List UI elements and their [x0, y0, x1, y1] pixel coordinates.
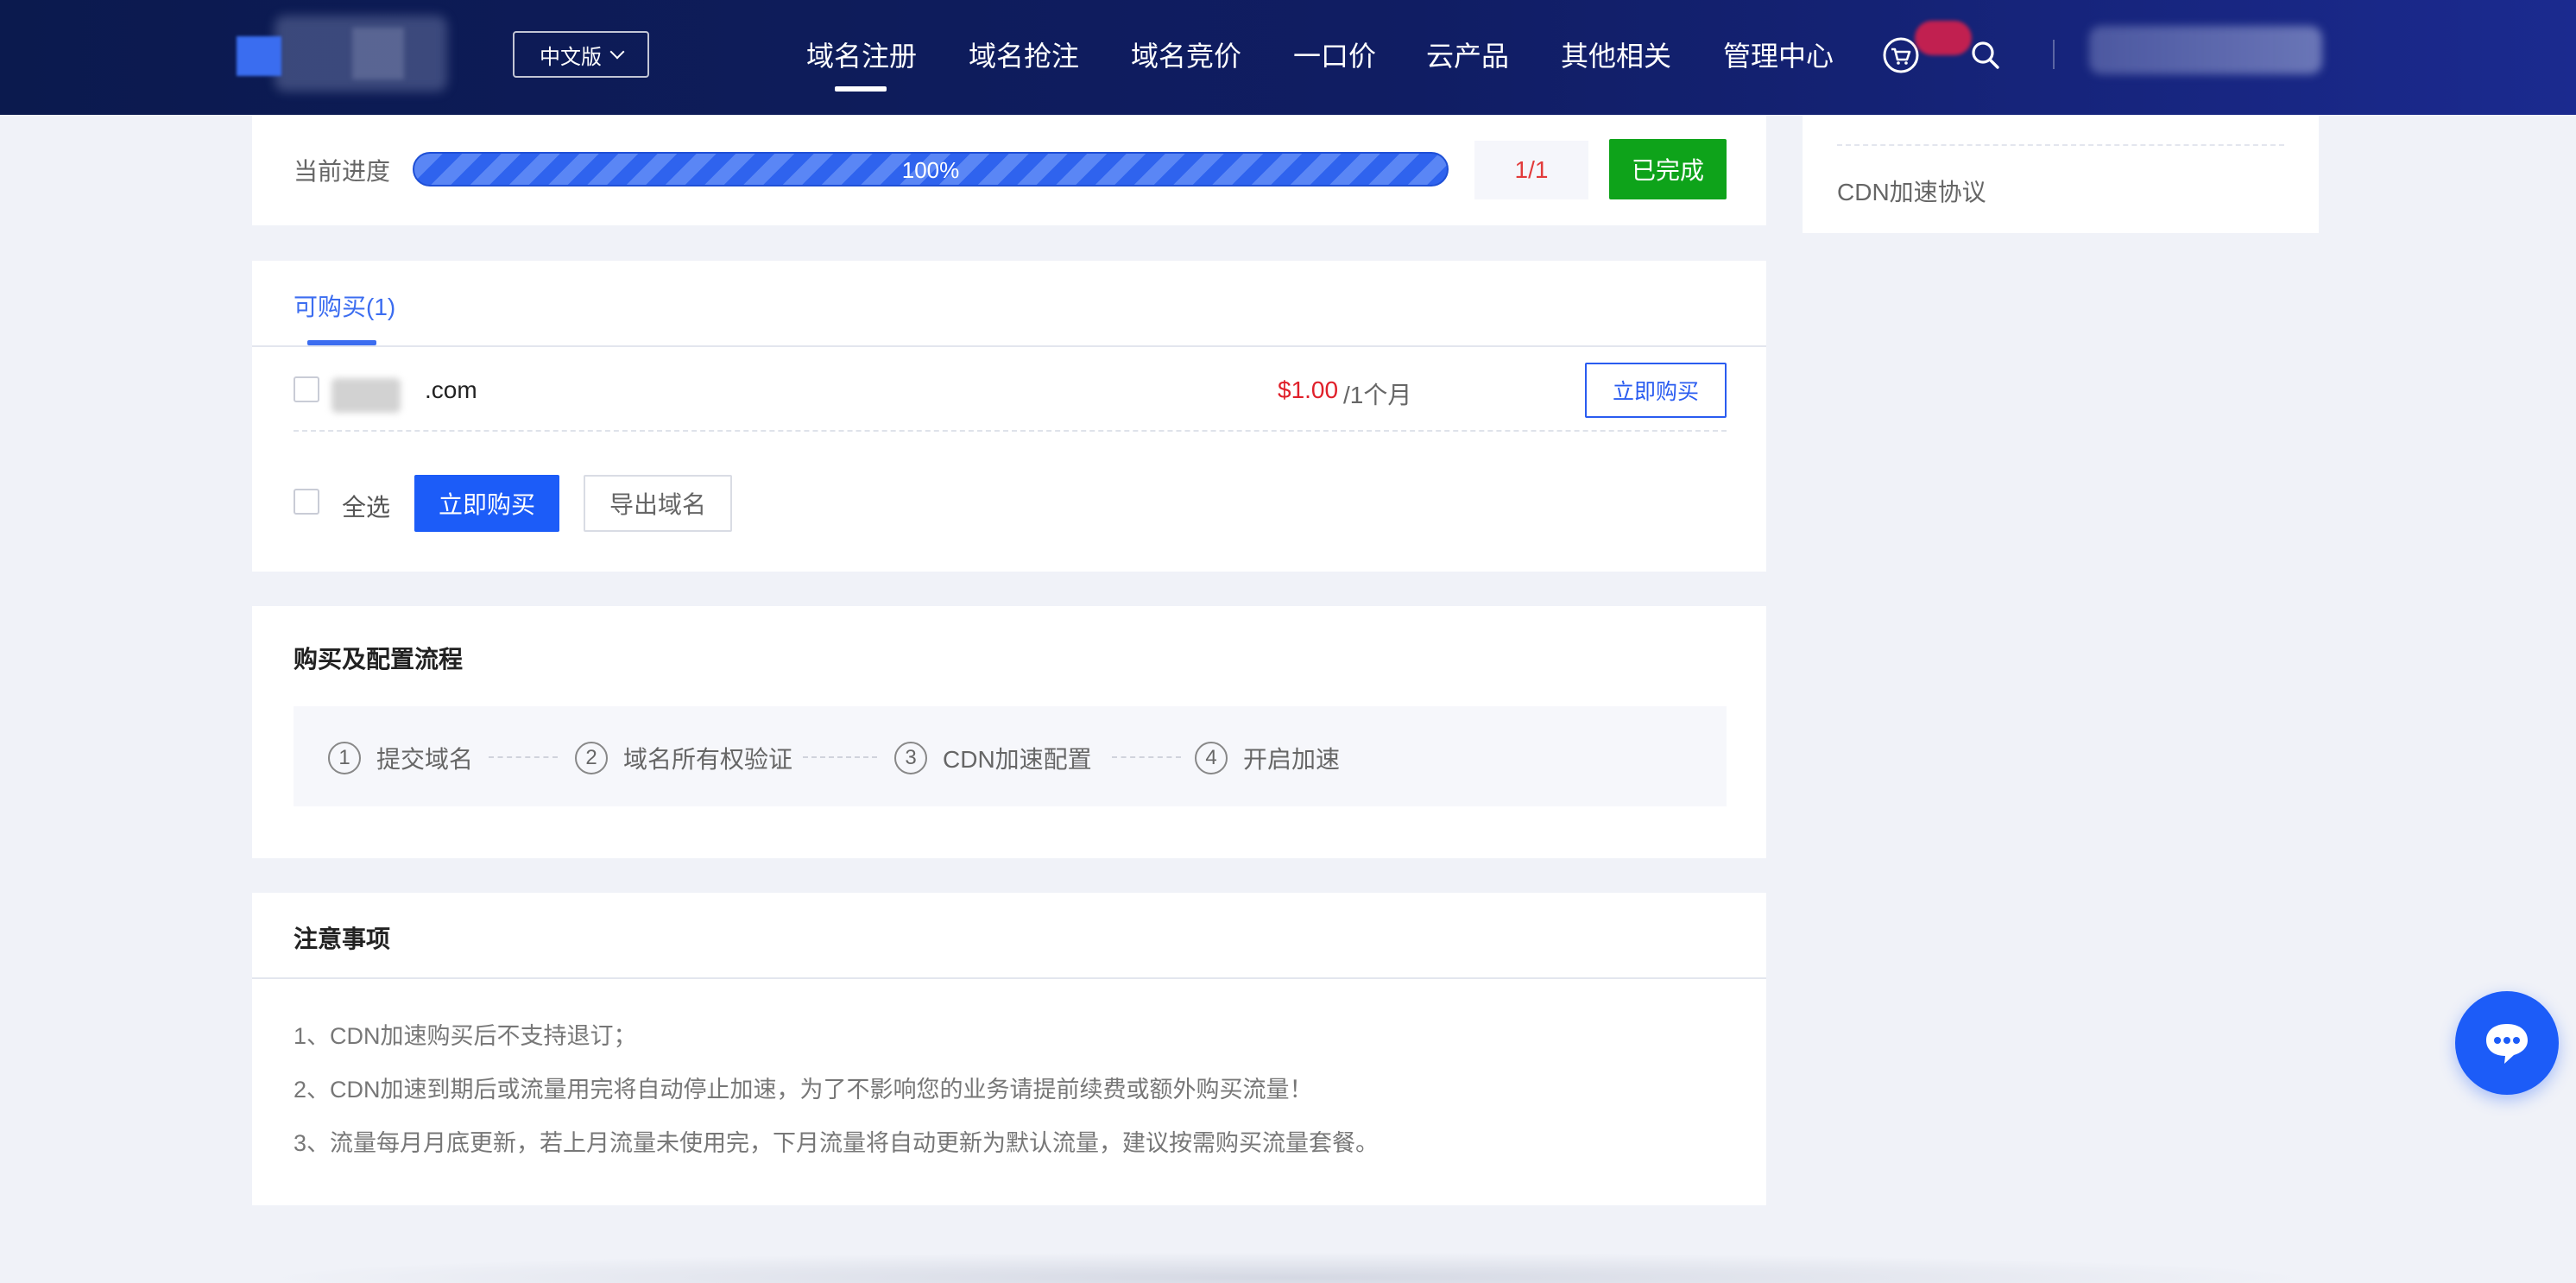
export-domains-button[interactable]: 导出域名 [584, 475, 732, 532]
domain-row-checkbox[interactable] [294, 376, 319, 402]
nav-item-domain-snap[interactable]: 域名抢注 [969, 35, 1079, 74]
step-number: 2 [575, 742, 608, 774]
top-header: 中文版 域名注册 域名抢注 域名竞价 一口价 云产品 其他相关 管理中心 [0, 0, 2576, 115]
domain-period: /1个月 [1343, 382, 1412, 408]
step-connector [803, 756, 877, 758]
notice-title: 注意事项 [294, 926, 391, 952]
flow-step-4: 4 开启加速 [1195, 741, 1340, 775]
domain-price: $1.00 [1278, 376, 1339, 403]
nav-item-others[interactable]: 其他相关 [1561, 35, 1671, 74]
step-label: 提交域名 [376, 746, 474, 773]
flow-card: 购买及配置流程 1 提交域名 2 域名所有权验证 3 CDN加速配置 4 开启加… [252, 606, 1766, 858]
row-buy-button[interactable]: 立即购买 [1585, 363, 1727, 418]
step-label: 域名所有权验证 [623, 746, 793, 773]
select-all-label[interactable]: 全选 [342, 489, 390, 523]
progress-label: 当前进度 [294, 158, 391, 185]
flow-steps: 1 提交域名 2 域名所有权验证 3 CDN加速配置 4 开启加速 [294, 706, 1727, 806]
step-number: 3 [894, 742, 927, 774]
step-label: 开启加速 [1243, 746, 1341, 773]
footer-shadow [252, 1252, 2324, 1283]
flow-step-3: 3 CDN加速配置 [894, 741, 1092, 775]
progress-percent: 100% [901, 157, 960, 183]
flow-step-2: 2 域名所有权验证 [575, 741, 792, 775]
user-account[interactable] [2089, 26, 2322, 74]
progress-bar: 100% [413, 152, 1449, 186]
domain-suffix: .com [425, 376, 477, 403]
cart-badge [1915, 21, 1972, 55]
language-switch[interactable]: 中文版 [513, 31, 649, 78]
notice-card: 注意事项 1、CDN加速购买后不支持退订； 2、CDN加速到期后或流量用完将自动… [252, 893, 1766, 1205]
search-icon[interactable] [1970, 40, 2001, 71]
progress-count: 1/1 [1474, 141, 1588, 199]
cdn-agreement-link[interactable]: CDN加速协议 [1837, 174, 1986, 208]
step-connector [489, 756, 558, 758]
row-divider [294, 430, 1727, 432]
notice-item: 2、CDN加速到期后或流量用完将自动停止加速，为了不影响您的业务请提前续费或额外… [294, 1077, 1313, 1103]
notice-divider [252, 977, 1766, 979]
nav-item-management[interactable]: 管理中心 [1723, 35, 1834, 74]
nav-item-fixed-price[interactable]: 一口价 [1293, 35, 1376, 74]
domain-row [252, 347, 1766, 433]
cart-icon[interactable] [1882, 36, 1920, 74]
chat-button[interactable] [2455, 991, 2559, 1095]
step-number: 1 [328, 742, 361, 774]
step-connector [1112, 756, 1181, 758]
sidebar-card: CDN加速协议 [1803, 115, 2319, 233]
buy-now-button[interactable]: 立即购买 [414, 475, 559, 532]
nav-item-domain-auction[interactable]: 域名竞价 [1131, 35, 1241, 74]
completed-button[interactable]: 已完成 [1609, 139, 1727, 199]
chevron-down-icon [609, 44, 625, 60]
notice-item: 1、CDN加速购买后不支持退订； [294, 1023, 637, 1049]
domain-name-redacted [331, 378, 401, 413]
language-label: 中文版 [540, 45, 602, 69]
site-logo[interactable] [223, 16, 499, 92]
nav-item-cloud-products[interactable]: 云产品 [1426, 35, 1509, 74]
step-number: 4 [1195, 742, 1228, 774]
sidebar-divider [1837, 144, 2284, 146]
chat-bubble-icon [2486, 1024, 2528, 1064]
tab-purchasable[interactable]: 可购买(1) [294, 288, 395, 323]
flow-title: 购买及配置流程 [294, 646, 464, 673]
progress-card: 当前进度 100% 1/1 已完成 [252, 115, 1766, 225]
nav-item-domain-register[interactable]: 域名注册 [806, 35, 917, 92]
flow-step-1: 1 提交域名 [328, 741, 473, 775]
header-divider [2053, 40, 2055, 69]
step-label: CDN加速配置 [943, 746, 1092, 773]
purchase-card: 可购买(1) .com $1.00 /1个月 立即购买 全选 立即购买 导出域名 [252, 261, 1766, 572]
notice-item: 3、流量每月月底更新，若上月流量未使用完，下月流量将自动更新为默认流量，建议按需… [294, 1130, 1380, 1156]
select-all-checkbox[interactable] [294, 489, 319, 515]
